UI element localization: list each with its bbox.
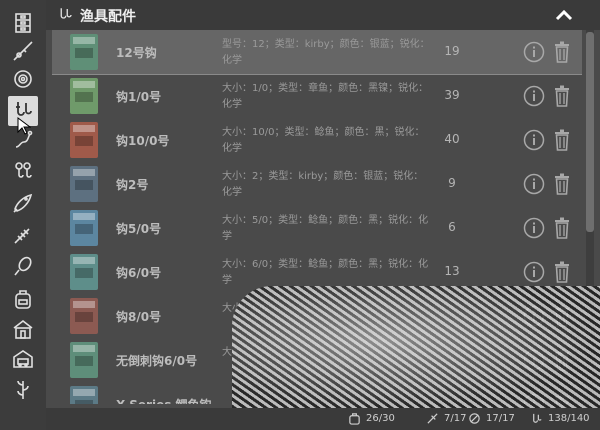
category-sidebar: [0, 0, 46, 430]
trash-icon[interactable]: [552, 128, 572, 152]
item-package-thumbnail: [70, 78, 98, 114]
tackle-box-icon[interactable]: [8, 8, 38, 38]
backpack-capacity-value: 26/30: [366, 413, 395, 424]
hooks-small-icon: [533, 413, 542, 423]
rod-small-icon: [427, 413, 438, 424]
reel-capacity-value: 17/17: [486, 413, 515, 424]
item-count: 39: [444, 88, 460, 102]
item-package-thumbnail: [70, 34, 98, 70]
panel-title: 渔具配件: [80, 9, 136, 25]
item-count: 19: [444, 44, 460, 58]
panel-header: 渔具配件: [46, 0, 600, 30]
item-name: 12号钩: [116, 46, 157, 60]
backpack-icon[interactable]: [8, 284, 38, 314]
vehicle-icon[interactable]: [8, 344, 38, 374]
item-count: 9: [448, 176, 456, 190]
reel-capacity: 17/17: [468, 412, 515, 425]
fish-lure-icon[interactable]: [8, 188, 38, 218]
info-icon[interactable]: [523, 173, 545, 195]
mouse-cursor-icon: [17, 117, 31, 135]
item-name: 无倒刺钩6/0号: [116, 354, 198, 368]
trash-icon[interactable]: [552, 84, 572, 108]
item-name: 钩1/0号: [116, 90, 162, 104]
info-icon[interactable]: [523, 217, 545, 239]
list-item[interactable]: 钩10/0号 大小：10/0；类型：鲶鱼；颜色：黑；锐化：化学 40: [52, 118, 582, 162]
rod-icon[interactable]: [8, 36, 38, 66]
item-description: 大小：10/0；类型：鲶鱼；颜色：黑；锐化：化学: [222, 127, 425, 154]
hooks-capacity-value: 138/140: [548, 413, 590, 424]
item-description: 大小：2；类型：kirby；颜色：银蓝；锐化：化学: [222, 171, 424, 198]
item-package-thumbnail: [70, 386, 98, 404]
lure-icon[interactable]: [8, 156, 38, 186]
item-description: 大小：1/0；类型：章鱼；颜色：黑镍；锐化：化学: [222, 83, 429, 110]
item-name: 钩5/0号: [116, 222, 162, 236]
reel-small-icon: [469, 413, 480, 424]
item-count: 13: [444, 264, 460, 278]
item-description: 型号：12；类型：kirby；颜色：银蓝；锐化：化学: [222, 39, 430, 66]
list-item[interactable]: 钩1/0号 大小：1/0；类型：章鱼；颜色：黑镍；锐化：化学 39: [52, 74, 582, 118]
item-package-thumbnail: [70, 298, 98, 334]
info-icon[interactable]: [523, 85, 545, 107]
info-icon[interactable]: [523, 261, 545, 283]
camp-icon[interactable]: [8, 314, 38, 344]
item-package-thumbnail: [70, 210, 98, 246]
plant-bait-icon[interactable]: [8, 374, 38, 404]
item-name: 钩6/0号: [116, 266, 162, 280]
scrollbar-thumb[interactable]: [586, 32, 594, 232]
info-icon[interactable]: [523, 129, 545, 151]
rod-capacity: 7/17: [426, 412, 466, 425]
item-count: 40: [444, 132, 460, 146]
item-package-thumbnail: [70, 342, 98, 378]
item-package-thumbnail: [70, 166, 98, 202]
reel-icon[interactable]: [8, 64, 38, 94]
item-name: 钩2号: [116, 178, 149, 192]
hooks-capacity: 138/140: [530, 412, 590, 425]
item-description: 大小：5/0；类型：鲶鱼；颜色：黑；锐化：化学: [222, 215, 429, 242]
collapse-chevron-up-icon[interactable]: [554, 7, 574, 23]
item-package-thumbnail: [70, 254, 98, 290]
noise-overlay: [232, 286, 600, 408]
item-description: 大小：6/0；类型：鲶鱼；颜色：黑；锐化：化学: [222, 259, 429, 286]
spoon-lure-icon[interactable]: [8, 252, 38, 282]
list-item[interactable]: 钩2号 大小：2；类型：kirby；颜色：银蓝；锐化：化学 9: [52, 162, 582, 206]
item-name: 钩8/0号: [116, 310, 162, 324]
info-icon[interactable]: [523, 41, 545, 63]
item-count: 6: [448, 220, 456, 234]
item-name: 钩10/0号: [116, 134, 170, 148]
inventory-status-bar: 26/30 7/17 17/17 138/140: [46, 408, 600, 430]
list-item[interactable]: 12号钩 型号：12；类型：kirby；颜色：银蓝；锐化：化学 19: [52, 30, 582, 75]
trash-icon[interactable]: [552, 40, 572, 64]
backpack-small-icon: [349, 413, 360, 425]
list-item[interactable]: 钩5/0号 大小：5/0；类型：鲶鱼；颜色：黑；锐化：化学 6: [52, 206, 582, 250]
backpack-capacity: 26/30: [348, 412, 395, 425]
trash-icon[interactable]: [552, 216, 572, 240]
item-name: X-Series 鲤鱼钩: [116, 396, 216, 404]
hooks-category-icon: [60, 8, 72, 19]
trash-icon[interactable]: [552, 172, 572, 196]
spinner-icon[interactable]: [8, 220, 38, 250]
item-package-thumbnail: [70, 122, 98, 158]
trash-icon[interactable]: [552, 260, 572, 284]
rod-capacity-value: 7/17: [444, 413, 467, 424]
